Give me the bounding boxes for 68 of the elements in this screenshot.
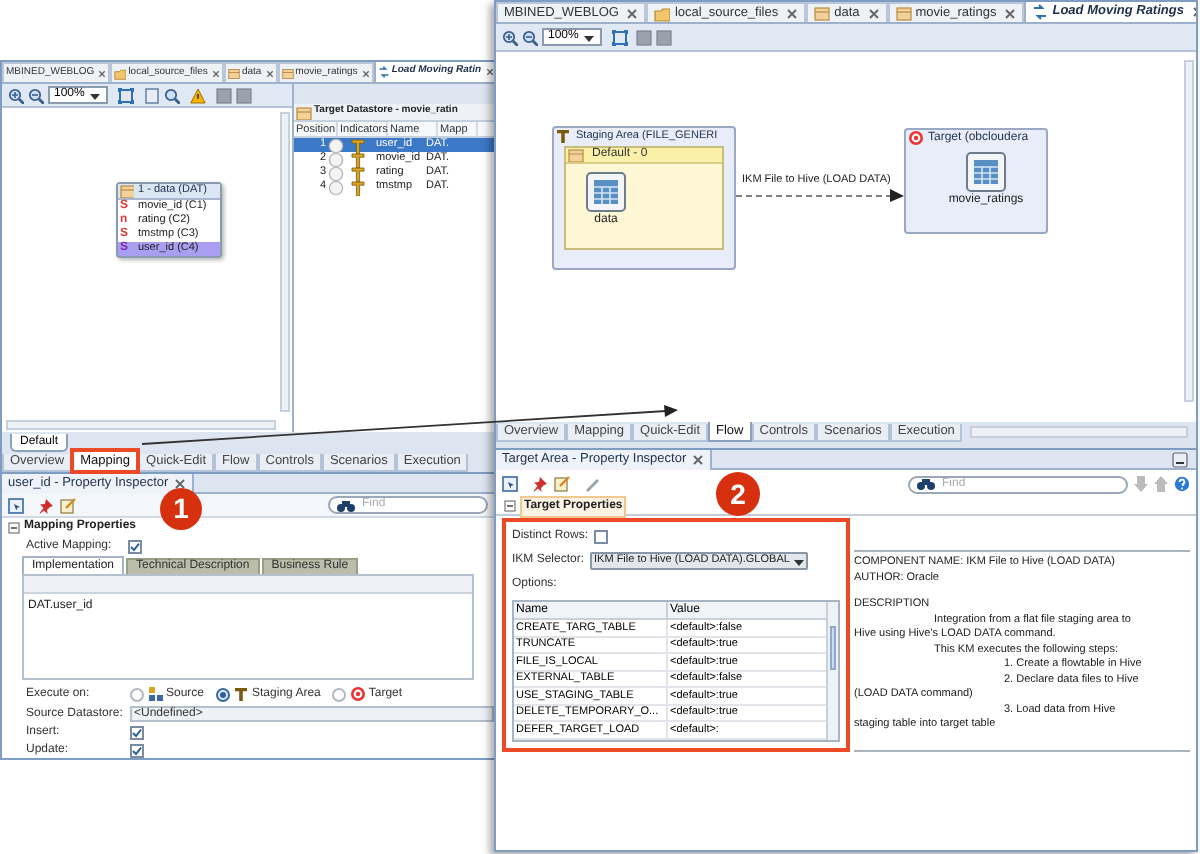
binoculars-icon	[336, 497, 356, 513]
table-icon[interactable]	[966, 152, 1006, 192]
folder-icon	[114, 67, 127, 79]
checkbox[interactable]	[127, 539, 142, 553]
highlight-frame	[70, 448, 141, 474]
arrows-icon	[377, 66, 390, 78]
collapse-icon[interactable]	[8, 521, 20, 533]
close-icon[interactable]	[174, 477, 187, 489]
edit-icon[interactable]	[60, 497, 76, 513]
table-icon	[296, 105, 312, 119]
radio-button[interactable]	[332, 687, 347, 701]
close-icon[interactable]	[98, 69, 107, 77]
horizontal-scrollbar[interactable]	[970, 426, 1188, 438]
table-icon[interactable]	[586, 172, 626, 212]
table-icon	[568, 148, 584, 162]
zoom-out-icon[interactable]	[28, 87, 44, 103]
checkbox[interactable]	[130, 726, 144, 740]
search-icon[interactable]	[164, 87, 180, 103]
close-icon[interactable]	[867, 7, 880, 19]
close-icon[interactable]	[361, 69, 370, 77]
staging-icon	[556, 128, 572, 144]
caret-icon	[88, 89, 102, 101]
checkbox[interactable]	[130, 744, 144, 758]
vertical-scrollbar[interactable]	[280, 112, 290, 412]
close-icon[interactable]	[786, 7, 799, 19]
radio-button[interactable]	[216, 687, 231, 701]
square-icon[interactable]	[656, 29, 672, 45]
pin-icon[interactable]	[38, 497, 54, 513]
close-icon[interactable]	[485, 68, 494, 76]
arrows-icon	[1032, 4, 1049, 20]
table-icon	[281, 67, 294, 79]
horizontal-scrollbar[interactable]	[6, 420, 276, 430]
checkbox[interactable]	[594, 530, 609, 544]
warning-icon[interactable]	[190, 87, 206, 103]
target-icon	[908, 130, 924, 146]
binoculars-icon	[916, 476, 936, 492]
vertical-scrollbar[interactable]	[826, 602, 838, 739]
caret-icon	[582, 31, 596, 43]
edit-icon[interactable]	[554, 476, 570, 492]
table-icon	[814, 5, 831, 21]
vertical-scrollbar[interactable]	[1184, 60, 1194, 402]
square-icon[interactable]	[236, 87, 252, 103]
staging-icon	[234, 686, 251, 702]
source-icon	[148, 686, 164, 702]
select-icon[interactable]	[8, 497, 24, 513]
table-icon	[120, 184, 134, 198]
target-icon	[350, 686, 367, 702]
fit-icon[interactable]	[612, 29, 628, 45]
help-icon[interactable]	[1174, 476, 1190, 492]
square-icon[interactable]	[636, 29, 652, 45]
close-icon[interactable]	[626, 7, 639, 19]
close-icon[interactable]	[211, 69, 220, 77]
close-icon[interactable]	[1004, 7, 1017, 19]
caret-icon	[791, 555, 804, 567]
collapse-icon[interactable]	[504, 500, 516, 512]
minimize-icon[interactable]	[1172, 451, 1188, 467]
pin-icon[interactable]	[532, 476, 548, 492]
fit-icon[interactable]	[118, 87, 134, 103]
square-icon[interactable]	[216, 87, 232, 103]
select-icon[interactable]	[502, 476, 518, 492]
table-icon	[895, 5, 912, 21]
radio-button[interactable]	[130, 687, 144, 701]
close-icon[interactable]	[692, 453, 705, 465]
table-icon	[227, 67, 240, 79]
zoom-in-icon[interactable]	[502, 29, 518, 45]
close-icon[interactable]	[265, 69, 274, 77]
zoom-in-icon[interactable]	[8, 87, 24, 103]
zoom-out-icon[interactable]	[522, 29, 538, 45]
